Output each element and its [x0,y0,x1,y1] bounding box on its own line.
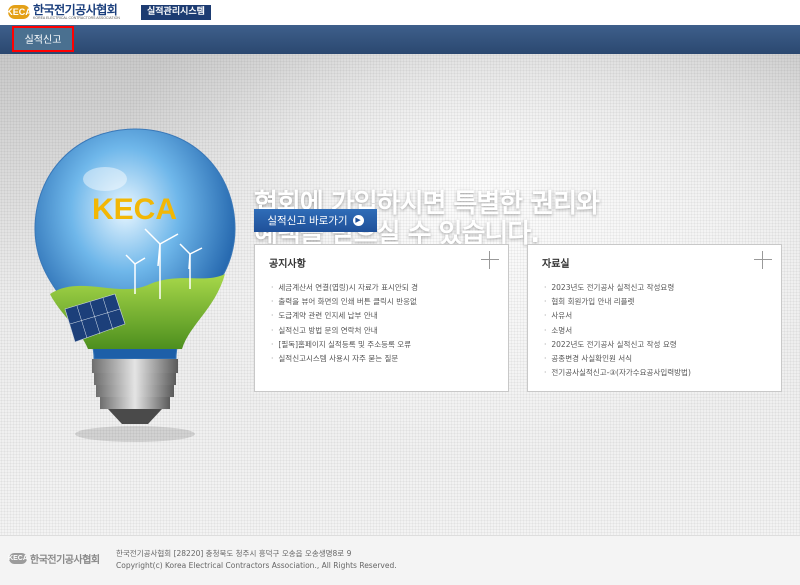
top-header: KECA 한국전기공사협회 KOREA ELECTRICAL CONTRACTO… [0,0,800,25]
logo-subtitle: KOREA ELECTRICAL CONTRACTORS ASSOCIATION [33,16,120,20]
data-room-item[interactable]: 2023년도 전기공사 실적신고 작성요령 [544,281,774,295]
data-room-panel: 자료실 2023년도 전기공사 실적신고 작성요령 협회 회원가입 안내 리플렛… [527,244,782,392]
logo-title: 한국전기공사협회 [33,3,118,17]
main-nav [0,25,800,54]
footer-info: 한국전기공사협회 [28220] 충청북도 청주시 흥덕구 오송읍 오송생명8로… [116,548,397,572]
footer-logo: KECA 한국전기공사협회 [8,551,100,566]
notice-title: 공지사항 [269,259,306,270]
keca-logo-icon: KECA [6,5,32,19]
notice-list: 세금계산서 연결(엽링)시 자료가 표시안되 경 출력을 뷰어 화면의 인쇄 버… [271,281,501,366]
go-to-report-button[interactable]: 실적신고 바로가기 ▶ [254,209,377,232]
notice-item[interactable]: 출력을 뷰어 화면의 인쇄 버튼 클릭시 반응없 [271,295,501,309]
notice-panel: 공지사항 세금계산서 연결(엽링)시 자료가 표시안되 경 출력을 뷰어 화면의… [254,244,509,392]
data-room-item[interactable]: 소명서 [544,324,774,338]
data-room-more-plus-icon[interactable] [754,251,772,269]
notice-item[interactable]: 실적신고 방법 문의 연락처 안내 [271,324,501,338]
notice-item[interactable]: 세금계산서 연결(엽링)시 자료가 표시안되 경 [271,281,501,295]
data-room-list: 2023년도 전기공사 실적신고 작성요령 협회 회원가입 안내 리플렛 사유서… [544,281,774,380]
notice-item[interactable]: 실적신고시스템 사용시 자주 묻는 질문 [271,352,501,366]
notice-item[interactable]: [필독]홈페이지 실적등록 및 주소등록 오류 [271,338,501,352]
data-room-item[interactable]: 협회 회원가입 안내 리플렛 [544,295,774,309]
association-logo[interactable]: KECA 한국전기공사협회 KOREA ELECTRICAL CONTRACTO… [6,3,120,20]
data-room-item[interactable]: 전기공사실적신고-③(자가수요공사입력방법) [544,366,774,380]
system-badge: 실적관리시스템 [141,5,211,20]
footer-copyright: Copyright(c) Korea Electrical Contractor… [116,561,397,570]
data-room-title: 자료실 [542,259,570,270]
bulb-logo-text: KECA [92,193,177,226]
footer-logo-title: 한국전기공사협회 [30,555,100,566]
nav-item-performance-report[interactable]: 실적신고 [12,26,74,52]
notice-more-plus-icon[interactable] [481,251,499,269]
footer: KECA 한국전기공사협회 한국전기공사협회 [28220] 충청북도 청주시 … [0,535,800,585]
go-to-report-label: 실적신고 바로가기 [267,215,348,227]
data-room-item[interactable]: 2022년도 전기공사 실적신고 작성 요령 [544,338,774,352]
data-room-item[interactable]: 공종변경 사실확인원 서식 [544,352,774,366]
data-room-item[interactable]: 사유서 [544,309,774,323]
footer-keca-logo-icon: KECA [8,553,28,564]
arrow-right-icon: ▶ [352,215,364,226]
footer-address: 한국전기공사협회 [28220] 충청북도 청주시 흥덕구 오송읍 오송생명8로… [116,549,352,558]
notice-item[interactable]: 도급계약 관련 인지세 납부 안내 [271,309,501,323]
lightbulb-illustration: KECA [34,128,236,442]
